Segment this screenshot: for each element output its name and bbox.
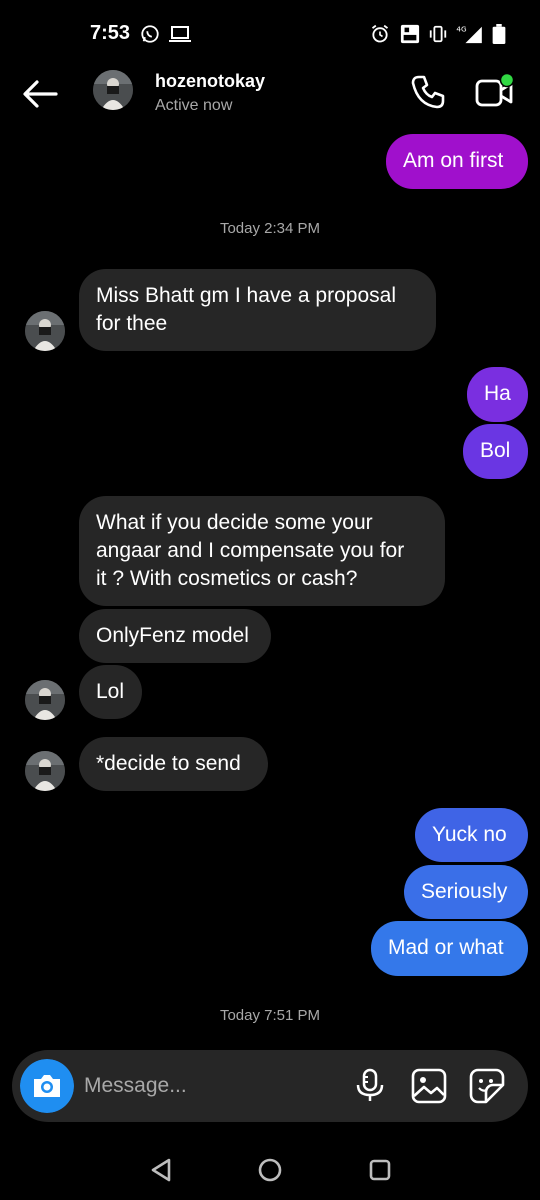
outgoing-message[interactable]: Ha [467, 367, 528, 422]
outgoing-message[interactable]: Yuck no [415, 808, 528, 862]
chat-header: hozenotokay Active now [0, 62, 540, 128]
incoming-message[interactable]: OnlyFenz model [79, 609, 271, 663]
system-navigation-bar [0, 1140, 540, 1200]
volte-icon [400, 24, 420, 44]
contact-avatar-small[interactable] [25, 751, 65, 791]
contact-name[interactable]: hozenotokay [155, 71, 265, 92]
contact-status: Active now [155, 97, 233, 114]
recents-square-icon[interactable] [366, 1156, 394, 1184]
whatsapp-icon [141, 25, 159, 43]
incoming-message[interactable]: Lol [79, 665, 142, 719]
status-time: 7:53 [90, 22, 131, 44]
back-arrow-icon[interactable] [20, 76, 60, 112]
sticker-icon[interactable] [469, 1068, 505, 1104]
message-composer [12, 1050, 528, 1122]
timestamp: Today 2:34 PM [219, 220, 321, 237]
incoming-message[interactable]: What if you decide some your angaar and … [79, 496, 445, 606]
phone-icon[interactable] [410, 74, 446, 110]
timestamp: Today 7:51 PM [219, 1007, 321, 1024]
message-input[interactable] [84, 1070, 344, 1102]
battery-icon [492, 24, 506, 44]
outgoing-message[interactable]: Bol [463, 424, 528, 479]
incoming-message[interactable]: *decide to send [79, 737, 268, 791]
gallery-icon[interactable] [411, 1068, 447, 1104]
alarm-icon [371, 24, 389, 43]
microphone-icon[interactable] [352, 1068, 388, 1104]
signal-4g-icon: 4G [456, 24, 482, 44]
online-indicator [499, 72, 515, 88]
status-bar: 7:53 4G [0, 0, 540, 66]
camera-icon[interactable] [20, 1059, 74, 1113]
svg-text:4G: 4G [456, 24, 467, 33]
outgoing-message[interactable]: Seriously [404, 865, 528, 919]
contact-avatar-small[interactable] [25, 311, 65, 351]
back-triangle-icon[interactable] [147, 1156, 175, 1184]
outgoing-message[interactable]: Mad or what [371, 921, 528, 976]
video-camera-icon[interactable] [474, 72, 516, 112]
outgoing-message[interactable]: Am on first [386, 134, 528, 189]
contact-avatar-small[interactable] [25, 680, 65, 720]
home-circle-icon[interactable] [256, 1156, 284, 1184]
incoming-message[interactable]: Miss Bhatt gm I have a proposal for thee [79, 269, 436, 351]
contact-avatar[interactable] [93, 70, 133, 110]
vibrate-icon [429, 25, 447, 43]
laptop-icon [169, 26, 191, 42]
